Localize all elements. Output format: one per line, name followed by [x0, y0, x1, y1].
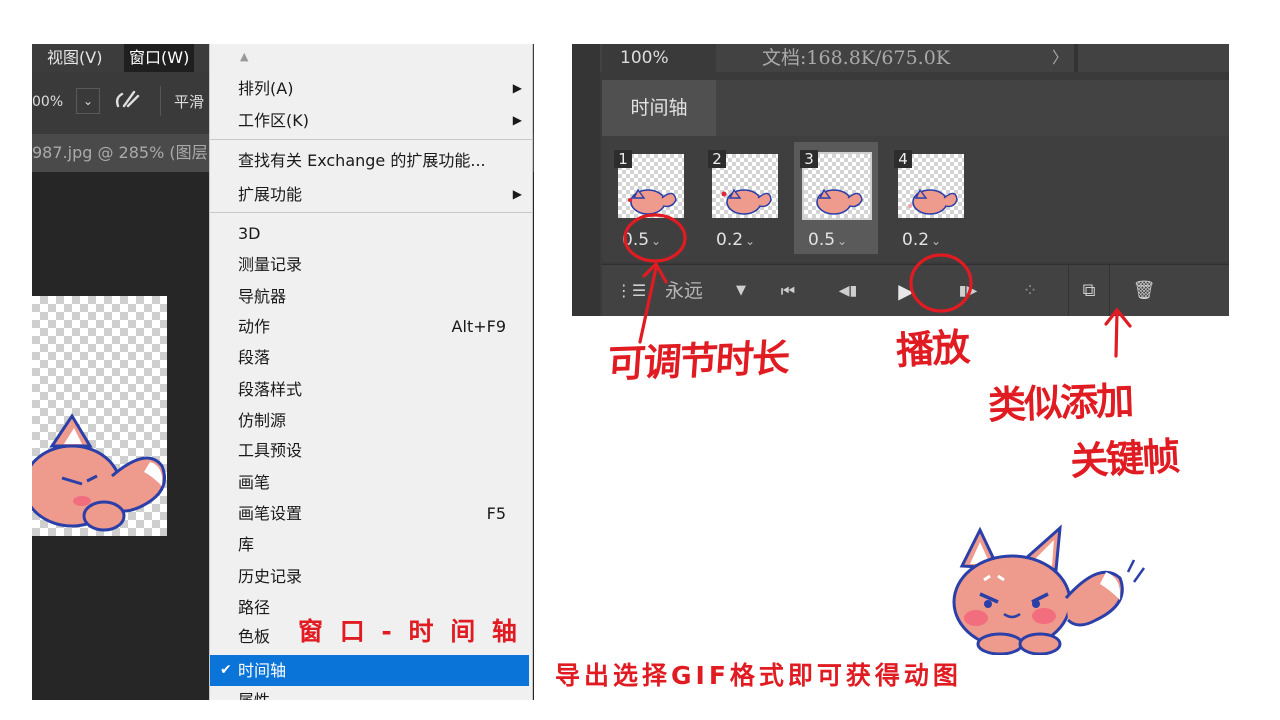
- annotation-circle-play: [909, 253, 973, 313]
- annotation-circle-delay: [623, 213, 687, 263]
- annotation-arrow-line: [1114, 310, 1119, 358]
- annotation-window-timeline: 窗 口 - 时 间 轴: [298, 617, 521, 646]
- fox-sticker-illustration: [952, 524, 1146, 655]
- annotation-export-gif: 导出选择GIF格式即可获得动图: [555, 661, 962, 690]
- annotation-keyframe-line1: 类似添加: [987, 378, 1133, 428]
- annotation-play: 播放: [895, 325, 970, 373]
- annotation-keyframe-line2: 关键帧: [1069, 434, 1180, 484]
- annotation-adjust-duration: 可调节时长: [605, 335, 790, 387]
